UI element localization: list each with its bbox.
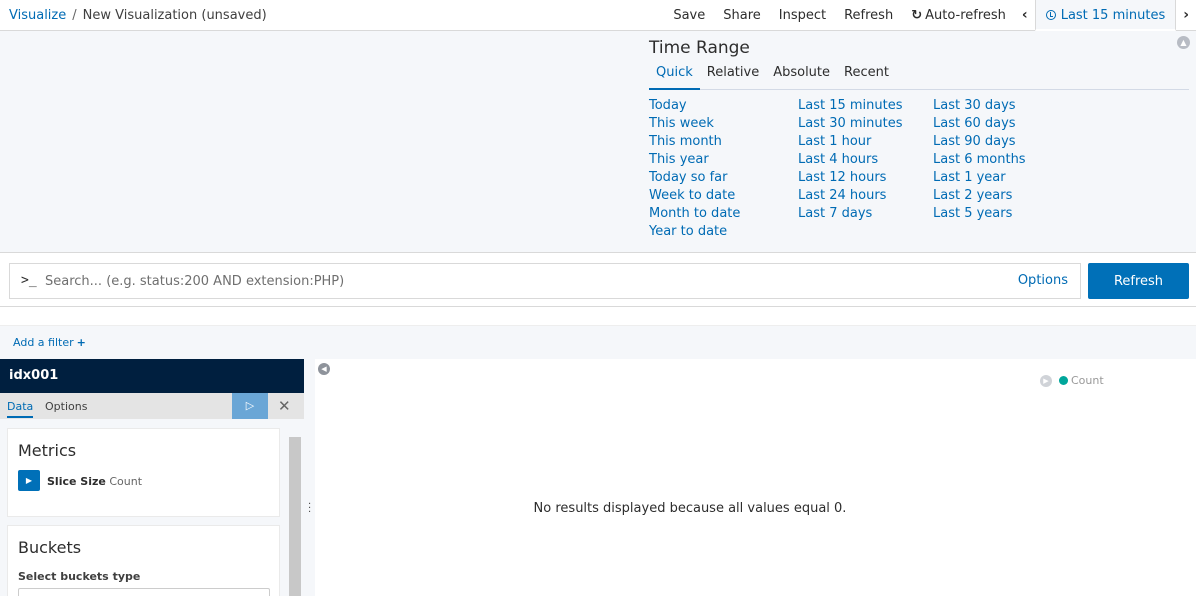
editor-tabs: Data Options ▷ ✕: [0, 393, 304, 419]
expand-aggregation-button[interactable]: ▶: [18, 470, 40, 491]
drag-handle-icon: · · ·: [308, 499, 312, 518]
search-box: >_ Options: [9, 263, 1081, 299]
sidebar-scrollbar-thumb[interactable]: [289, 437, 301, 596]
tab-quick[interactable]: Quick: [649, 64, 700, 90]
quick-range-option[interactable]: Today so far: [649, 169, 740, 187]
legend-color-dot[interactable]: [1059, 376, 1068, 385]
time-range-panel: Time Range Quick Relative Absolute Recen…: [0, 31, 1196, 253]
quick-range-option[interactable]: Last 90 days: [933, 133, 1026, 151]
plus-icon: +: [76, 336, 86, 349]
metrics-title: Metrics: [18, 441, 77, 460]
top-menu: Save Share Inspect Refresh ↻ Auto-refresh…: [664, 0, 1196, 31]
quick-range-option[interactable]: Last 4 hours: [798, 151, 903, 169]
panel-resizer[interactable]: · · ·: [304, 359, 315, 596]
play-icon: ▷: [245, 399, 255, 412]
save-button[interactable]: Save: [664, 0, 714, 31]
add-filter-label: Add a filter: [13, 336, 74, 349]
time-next-button[interactable]: ›: [1176, 0, 1196, 31]
auto-refresh-label: Auto-refresh: [925, 8, 1006, 23]
search-input[interactable]: [45, 265, 1005, 297]
quick-range-option[interactable]: This year: [649, 151, 740, 169]
collapse-up-icon[interactable]: ▲: [1177, 36, 1190, 49]
tab-recent[interactable]: Recent: [837, 64, 896, 89]
breadcrumb-current: New Visualization (unsaved): [82, 8, 267, 23]
breadcrumb-separator: /: [72, 8, 77, 23]
refresh-button[interactable]: Refresh: [1088, 263, 1189, 299]
refresh-icon: ↻: [911, 8, 923, 23]
top-nav-bar: Visualize / New Visualization (unsaved) Sa…: [0, 0, 1196, 31]
index-pattern-title: idx001: [0, 359, 304, 393]
quick-range-option[interactable]: Week to date: [649, 187, 740, 205]
quick-range-option[interactable]: Last 2 years: [933, 187, 1026, 205]
quick-range-option[interactable]: Last 30 days: [933, 97, 1026, 115]
quick-range-option[interactable]: Last 1 hour: [798, 133, 903, 151]
tab-options[interactable]: Options: [45, 400, 87, 413]
quick-range-option[interactable]: Last 15 minutes: [798, 97, 903, 115]
quick-range-option[interactable]: Last 7 days: [798, 205, 903, 223]
close-icon: ✕: [278, 397, 291, 415]
visualization-area: ◀ ▶ Count No results displayed because a…: [315, 359, 1196, 596]
time-prev-button[interactable]: ‹: [1015, 0, 1035, 31]
quick-range-option[interactable]: Last 12 hours: [798, 169, 903, 187]
quick-range-option[interactable]: Last 6 months: [933, 151, 1026, 169]
prompt-icon: >_: [21, 273, 37, 288]
query-bar: >_ Options Refresh: [0, 254, 1196, 307]
no-results-message: No results displayed because all values …: [533, 501, 847, 516]
quick-range-option[interactable]: Last 24 hours: [798, 187, 903, 205]
metrics-panel: Metrics ▶ Slice Size Count: [7, 428, 280, 517]
auto-refresh-button[interactable]: ↻ Auto-refresh: [902, 0, 1015, 31]
collapse-sidebar-icon[interactable]: ◀: [318, 363, 330, 375]
quick-range-option[interactable]: Last 30 minutes: [798, 115, 903, 133]
filter-bar: Add a filter +: [0, 325, 1196, 359]
time-picker-label: Last 15 minutes: [1060, 8, 1166, 23]
legend-label[interactable]: Count: [1071, 374, 1104, 387]
time-picker-button[interactable]: Last 15 minutes: [1034, 0, 1177, 31]
legend-toggle-icon[interactable]: ▶: [1040, 374, 1052, 387]
quick-range-option[interactable]: Year to date: [649, 223, 740, 241]
time-range-title: Time Range: [649, 38, 750, 58]
quick-range-option[interactable]: Last 60 days: [933, 115, 1026, 133]
quick-range-option[interactable]: This week: [649, 115, 740, 133]
tab-data[interactable]: Data: [7, 400, 34, 418]
slice-size-label: Slice Size: [47, 475, 106, 488]
quick-range-option[interactable]: Today: [649, 97, 740, 115]
bucket-type-select[interactable]: [18, 588, 270, 596]
chevron-right-icon: ›: [1183, 7, 1189, 23]
select-buckets-label: Select buckets type: [18, 570, 141, 583]
buckets-panel: Buckets Select buckets type: [7, 525, 280, 596]
quick-range-column-2: Last 15 minutes Last 30 minutes Last 1 h…: [798, 97, 903, 223]
discard-button[interactable]: ✕: [278, 397, 291, 415]
buckets-title: Buckets: [18, 538, 82, 557]
add-filter-link[interactable]: Add a filter +: [13, 336, 86, 349]
apply-changes-button[interactable]: ▷: [232, 393, 268, 419]
quick-range-column-1: Today This week This month This year Tod…: [649, 97, 740, 241]
legend: ▶ Count: [1040, 374, 1104, 387]
quick-range-option[interactable]: This month: [649, 133, 740, 151]
quick-range-column-3: Last 30 days Last 60 days Last 90 days L…: [933, 97, 1026, 223]
aggregation-label[interactable]: Slice Size Count: [47, 475, 142, 488]
caret-right-icon: ▶: [25, 476, 33, 485]
time-range-tabs: Quick Relative Absolute Recent: [649, 64, 1189, 90]
quick-range-option[interactable]: Last 1 year: [933, 169, 1026, 187]
breadcrumb-visualize-link[interactable]: Visualize: [9, 8, 66, 23]
aggregation-value: Count: [109, 475, 143, 488]
query-options-link[interactable]: Options: [1018, 273, 1068, 288]
quick-range-option[interactable]: Month to date: [649, 205, 740, 223]
chevron-left-icon: ‹: [1021, 7, 1028, 23]
inspect-button[interactable]: Inspect: [770, 0, 835, 31]
tab-absolute[interactable]: Absolute: [766, 64, 837, 89]
refresh-menu-button[interactable]: Refresh: [835, 0, 902, 31]
editor-sidebar: idx001 Data Options ▷ ✕ Metrics ▶ Slice …: [0, 359, 304, 596]
share-button[interactable]: Share: [714, 0, 770, 31]
clock-icon: [1045, 10, 1056, 20]
tab-relative[interactable]: Relative: [700, 64, 766, 89]
breadcrumb: Visualize / New Visualization (unsaved): [9, 8, 267, 23]
quick-range-option[interactable]: Last 5 years: [933, 205, 1026, 223]
